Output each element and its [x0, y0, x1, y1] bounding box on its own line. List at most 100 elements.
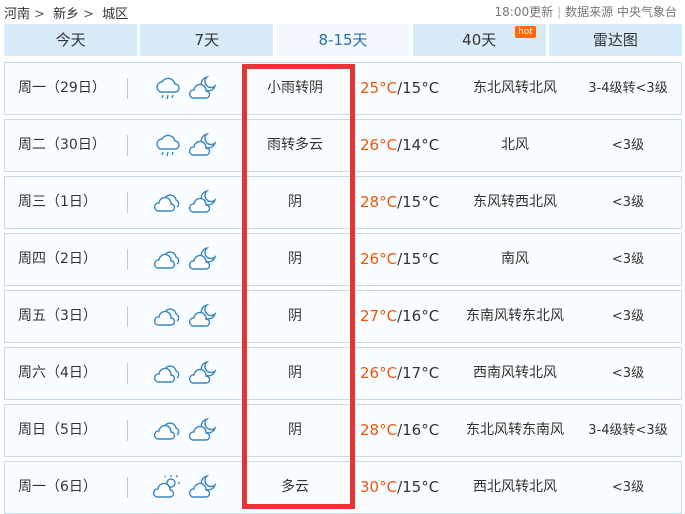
tab-today[interactable]: 今天 — [4, 24, 138, 56]
high-temp: 30°C — [360, 478, 398, 496]
day-label: 周一（6日） — [18, 479, 97, 495]
weather-desc: 阴 — [288, 251, 302, 267]
breadcrumb-district: 城区 — [102, 7, 129, 22]
divider — [127, 420, 128, 441]
weather-desc: 多云 — [281, 479, 309, 495]
low-temp: /14°C — [397, 136, 440, 154]
day-label: 周二（30日） — [18, 137, 106, 153]
overcast-icon — [153, 422, 180, 440]
low-temp: /15°C — [397, 478, 440, 496]
weather-desc: 阴 — [288, 365, 302, 381]
temperature: 28°C/15°C — [360, 177, 439, 228]
high-temp: 25°C — [360, 79, 398, 97]
high-temp: 28°C — [360, 421, 398, 439]
moon-cloud-icon — [188, 474, 217, 498]
low-temp: /16°C — [397, 421, 440, 439]
day-label: 周五（3日） — [18, 308, 97, 324]
wind-direction: 西北风转北风 — [473, 479, 557, 495]
tab-8-15-days[interactable]: 8-15天 — [276, 24, 410, 56]
breadcrumb-separator: > — [34, 7, 45, 22]
breadcrumb-city[interactable]: 新乡 — [53, 7, 79, 22]
day-label: 周六（4日） — [18, 365, 97, 381]
overcast-icon — [153, 365, 180, 383]
high-temp: 28°C — [360, 193, 398, 211]
breadcrumb-province[interactable]: 河南 — [4, 7, 30, 22]
moon-cloud-icon — [188, 132, 217, 156]
divider — [127, 363, 128, 384]
temperature: 26°C/17°C — [360, 348, 439, 399]
weather-desc: 阴 — [288, 194, 302, 210]
low-temp: /15°C — [397, 79, 440, 97]
overcast-icon — [153, 308, 180, 326]
divider — [127, 135, 128, 156]
wind-level: <3级 — [611, 138, 645, 153]
weather-desc: 小雨转阴 — [267, 80, 323, 96]
breadcrumb: 河南 > 新乡 > 城区 — [4, 3, 132, 22]
wind-level: <3级 — [611, 252, 645, 267]
rain-cloud-icon — [156, 134, 180, 157]
low-temp: /16°C — [397, 307, 440, 325]
moon-cloud-icon — [188, 189, 217, 213]
high-temp: 26°C — [360, 250, 398, 268]
divider — [127, 249, 128, 270]
forecast-row: 周二（30日） 雨转多云 26°C/14°C 北风 <3级 — [4, 119, 682, 172]
moon-cloud-icon — [188, 303, 217, 327]
wind-direction: 东风转西北风 — [473, 194, 557, 210]
tab-label: 今天 — [55, 31, 86, 49]
forecast-row: 周六（4日） 阴 26°C/17°C 西南风转北风 <3级 — [4, 347, 682, 400]
breadcrumb-separator: > — [83, 7, 94, 22]
moon-cloud-icon — [188, 417, 217, 441]
overcast-icon — [153, 194, 180, 212]
divider — [127, 78, 128, 99]
forecast-row: 周一（29日） 小雨转阴 25°C/15°C 东北风转北风 3-4级转<3级 — [4, 62, 682, 115]
tab-label: 8-15天 — [318, 31, 368, 49]
forecast-row: 周五（3日） 阴 27°C/16°C 东南风转东北风 <3级 — [4, 290, 682, 343]
low-temp: /15°C — [397, 193, 440, 211]
wind-level: 3-4级转<3级 — [588, 81, 668, 96]
temperature: 25°C/15°C — [360, 63, 439, 114]
wind-direction: 东南风转东北风 — [466, 308, 564, 324]
wind-direction: 南风 — [501, 251, 529, 267]
tab-40-days[interactable]: 40天 hot — [412, 24, 546, 56]
rain-cloud-icon — [156, 77, 180, 100]
divider: | — [557, 5, 562, 19]
tab-label: 雷达图 — [592, 31, 638, 49]
high-temp: 26°C — [360, 364, 398, 382]
wind-level: <3级 — [611, 195, 645, 210]
divider — [127, 306, 128, 327]
low-temp: /17°C — [397, 364, 440, 382]
forecast-tabs: 今天 7天 8-15天 40天 hot 雷达图 — [4, 24, 683, 56]
day-label: 周日（5日） — [18, 422, 97, 438]
top-bar: 河南 > 新乡 > 城区 18:00更新 | 数据来源 中央气象台 — [0, 0, 685, 22]
wind-direction: 东北风转东南风 — [466, 422, 564, 438]
temperature: 26°C/14°C — [360, 120, 439, 171]
forecast-row: 周一（6日） 多云 30°C/15°C 西北风转北风 <3级 — [4, 461, 682, 514]
temperature: 26°C/15°C — [360, 234, 439, 285]
forecast-row: 周日（5日） 阴 28°C/16°C 东北风转东南风 3-4级转<3级 — [4, 404, 682, 457]
temperature: 28°C/16°C — [360, 405, 439, 456]
update-info: 18:00更新 | 数据来源 中央气象台 — [495, 3, 677, 20]
wind-direction: 西南风转北风 — [473, 365, 557, 381]
update-time: 18:00更新 — [494, 5, 554, 19]
high-temp: 27°C — [360, 307, 398, 325]
overcast-icon — [153, 251, 180, 269]
tab-label: 40天 — [462, 31, 497, 49]
tab-label: 7天 — [194, 31, 220, 49]
wind-direction: 东北风转北风 — [473, 80, 557, 96]
moon-cloud-icon — [188, 360, 217, 384]
forecast-row: 周三（1日） 阴 28°C/15°C 东风转西北风 <3级 — [4, 176, 682, 229]
wind-level: <3级 — [611, 366, 645, 381]
weather-desc: 雨转多云 — [267, 137, 323, 153]
weather-desc: 阴 — [288, 422, 302, 438]
moon-cloud-icon — [188, 246, 217, 270]
sun-cloud-icon — [152, 475, 180, 498]
day-label: 周一（29日） — [18, 80, 106, 96]
wind-level: <3级 — [611, 309, 645, 324]
low-temp: /15°C — [397, 250, 440, 268]
hot-badge: hot — [515, 26, 536, 38]
data-source: 数据来源 中央气象台 — [565, 5, 677, 19]
tab-radar[interactable]: 雷达图 — [548, 24, 683, 56]
tab-7-days[interactable]: 7天 — [140, 24, 274, 56]
day-label: 周三（1日） — [18, 194, 97, 210]
high-temp: 26°C — [360, 136, 398, 154]
